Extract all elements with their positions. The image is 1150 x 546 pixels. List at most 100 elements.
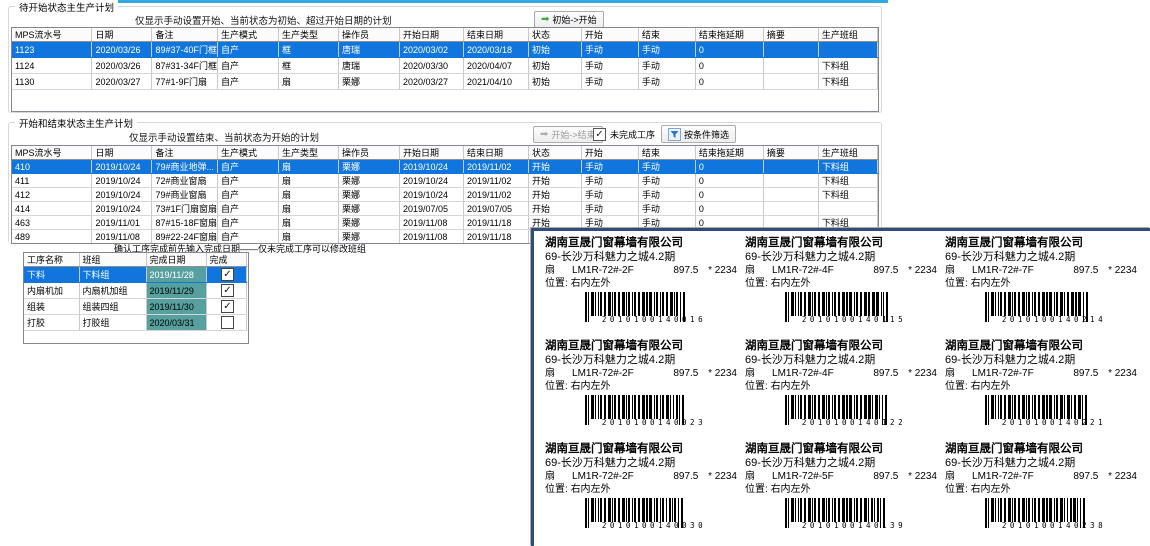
grid-cell[interactable]: 自产 xyxy=(218,58,279,74)
grid-cell[interactable]: 2019/11/02 xyxy=(463,188,528,202)
grid-cell[interactable] xyxy=(818,202,877,216)
table-row[interactable]: 打胶打胶组2020/03/31 xyxy=(24,315,246,331)
grid-cell[interactable]: 初始 xyxy=(528,42,581,58)
done-checkbox[interactable]: ✓ xyxy=(221,268,234,281)
grid-cell[interactable]: 2020/04/07 xyxy=(463,58,528,74)
grid-cell[interactable]: 内扇机加 xyxy=(24,283,79,299)
grid-cell[interactable]: 2019/11/08 xyxy=(399,230,463,244)
column-header[interactable]: 生产模式 xyxy=(218,146,279,160)
table-row[interactable]: 4142019/10/2473#1F门扇窗扇自产扇栗娜2019/07/05201… xyxy=(12,202,878,216)
grid-cell[interactable]: 1124 xyxy=(12,58,92,74)
grid-cell[interactable]: 手动 xyxy=(638,160,695,174)
grid-cell[interactable]: 栗娜 xyxy=(338,216,399,230)
process-grid[interactable]: 工序名称班组完成日期完成下料下料组2019/11/28✓内扇机加内扇机加组201… xyxy=(23,252,249,344)
grid-cell[interactable]: 手动 xyxy=(638,74,695,90)
column-header[interactable]: 生产类型 xyxy=(279,146,339,160)
column-header[interactable]: 开始日期 xyxy=(399,28,463,42)
grid-cell[interactable]: 0 xyxy=(695,174,763,188)
table-row[interactable]: 11302020/03/2777#1-9F门扇自产扇栗娜2020/03/2720… xyxy=(12,74,878,90)
grid-cell[interactable]: 自产 xyxy=(218,174,279,188)
grid-cell[interactable]: 72#商业窗扇 xyxy=(152,174,218,188)
grid-cell[interactable]: 1130 xyxy=(12,74,92,90)
grid-cell[interactable]: 0 xyxy=(695,202,763,216)
grid-cell[interactable]: 2020/03/26 xyxy=(92,42,152,58)
table-row[interactable]: 11232020/03/2689#37-40F门框自产框唐瑞2020/03/02… xyxy=(12,42,878,58)
grid-cell[interactable]: 栗娜 xyxy=(338,74,399,90)
grid-cell[interactable]: 自产 xyxy=(218,42,279,58)
grid-cell[interactable]: 手动 xyxy=(581,174,638,188)
grid-cell[interactable]: 2020/03/27 xyxy=(399,74,463,90)
grid-cell[interactable]: 栗娜 xyxy=(338,188,399,202)
grid-cell[interactable]: 手动 xyxy=(581,160,638,174)
grid-cell[interactable]: 下料组 xyxy=(818,174,877,188)
grid-cell[interactable]: 自产 xyxy=(218,188,279,202)
grid-cell[interactable]: 扇 xyxy=(279,202,339,216)
grid-cell[interactable]: 开始 xyxy=(528,174,581,188)
grid-cell[interactable]: 手动 xyxy=(581,188,638,202)
column-header[interactable]: 备注 xyxy=(152,28,218,42)
grid-cell[interactable]: 2019/11/18 xyxy=(463,216,528,230)
grid-cell[interactable]: 0 xyxy=(695,188,763,202)
table-row[interactable]: 4122019/10/2479#商业窗扇自产扇栗娜2019/10/242019/… xyxy=(12,188,878,202)
column-header[interactable]: 结束拖延期 xyxy=(695,146,763,160)
grid-cell[interactable]: 框 xyxy=(279,58,339,74)
grid-cell[interactable]: 2019/10/24 xyxy=(399,188,463,202)
grid-cell[interactable]: 组装四组 xyxy=(79,299,146,315)
grid-cell[interactable]: 2019/10/24 xyxy=(92,202,152,216)
grid-cell[interactable]: 下料组 xyxy=(818,188,877,202)
grid-cell[interactable]: 初始 xyxy=(528,58,581,74)
grid-cell[interactable]: 手动 xyxy=(638,188,695,202)
init-to-start-button[interactable]: ➡ 初始->开始 xyxy=(534,11,604,28)
grid-cell[interactable] xyxy=(763,74,818,90)
grid-cell[interactable]: 下料组 xyxy=(818,160,877,174)
table-row[interactable]: 内扇机加内扇机加组2019/11/29✓ xyxy=(24,283,246,299)
column-header[interactable]: 结束日期 xyxy=(463,146,528,160)
table-row[interactable]: 11242020/03/2687#31-34F门框自产框唐瑞2020/03/30… xyxy=(12,58,878,74)
grid-cell[interactable]: 手动 xyxy=(581,42,638,58)
grid-cell[interactable]: 手动 xyxy=(638,58,695,74)
column-header[interactable]: 日期 xyxy=(92,146,152,160)
grid-cell[interactable]: 开始 xyxy=(528,188,581,202)
table-row[interactable]: 组装组装四组2019/11/30✓ xyxy=(24,299,246,315)
table-row[interactable]: 下料下料组2019/11/28✓ xyxy=(24,267,246,283)
grid-cell[interactable] xyxy=(763,42,818,58)
grid-cell[interactable]: 0 xyxy=(695,58,763,74)
grid-cell[interactable]: 2019/07/05 xyxy=(399,202,463,216)
grid-cell[interactable]: 87#31-34F门框 xyxy=(152,58,218,74)
grid-cell[interactable]: 下料组 xyxy=(818,58,877,74)
grid-cell[interactable]: 463 xyxy=(12,216,92,230)
grid-cell[interactable]: 初始 xyxy=(528,74,581,90)
grid-cell[interactable]: 2021/04/10 xyxy=(463,74,528,90)
pending-plan-grid[interactable]: MPS流水号日期备注生产模式生产类型操作员开始日期结束日期状态开始结束结束拖延期… xyxy=(11,27,879,112)
grid-cell[interactable]: 0 xyxy=(695,42,763,58)
grid-cell[interactable]: 自产 xyxy=(218,216,279,230)
grid-cell[interactable]: 打胶组 xyxy=(79,315,146,331)
grid-cell[interactable]: 2019/11/02 xyxy=(463,174,528,188)
grid-cell[interactable]: 扇 xyxy=(279,74,339,90)
grid-cell[interactable]: 栗娜 xyxy=(338,202,399,216)
column-header[interactable]: 生产班组 xyxy=(818,28,877,42)
grid-cell[interactable]: 0 xyxy=(695,160,763,174)
column-header[interactable]: 摘要 xyxy=(763,146,818,160)
column-header[interactable]: 完成 xyxy=(206,253,246,267)
grid-cell[interactable]: 组装 xyxy=(24,299,79,315)
column-header[interactable]: 生产班组 xyxy=(818,146,877,160)
grid-cell[interactable]: 73#1F门扇窗扇 xyxy=(152,202,218,216)
grid-cell[interactable] xyxy=(763,160,818,174)
grid-cell[interactable] xyxy=(763,202,818,216)
grid-cell[interactable]: 扇 xyxy=(279,188,339,202)
grid-cell[interactable]: 手动 xyxy=(581,202,638,216)
column-header[interactable]: 生产类型 xyxy=(279,28,339,42)
column-header[interactable]: 开始 xyxy=(581,146,638,160)
grid-cell[interactable] xyxy=(818,42,877,58)
grid-cell[interactable]: 412 xyxy=(12,188,92,202)
grid-cell[interactable]: 下料 xyxy=(24,267,79,283)
column-header[interactable]: MPS流水号 xyxy=(12,146,92,160)
grid-cell[interactable]: 2019/11/28 xyxy=(146,267,206,283)
grid-cell[interactable]: 自产 xyxy=(218,74,279,90)
grid-cell[interactable] xyxy=(763,188,818,202)
column-header[interactable]: 操作员 xyxy=(338,28,399,42)
grid-cell[interactable]: 栗娜 xyxy=(338,174,399,188)
table-row[interactable]: 4112019/10/2472#商业窗扇自产扇栗娜2019/10/242019/… xyxy=(12,174,878,188)
grid-cell[interactable]: 内扇机加组 xyxy=(79,283,146,299)
